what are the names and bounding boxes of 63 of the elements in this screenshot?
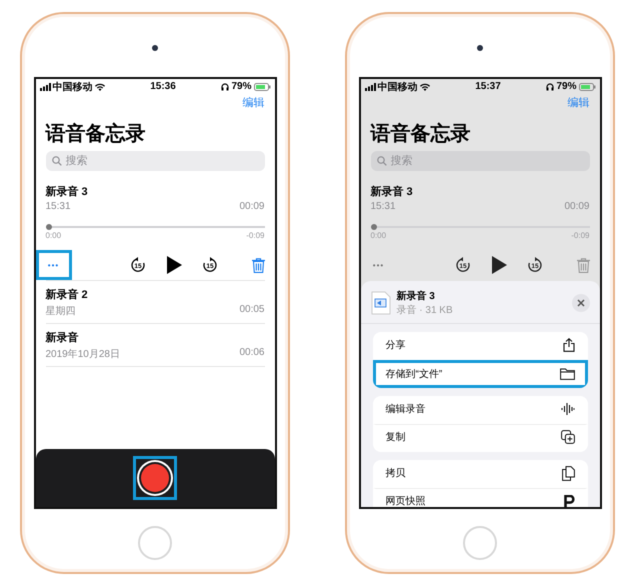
recording-duration: 00:09 xyxy=(239,201,264,212)
waveform-icon xyxy=(560,402,574,416)
action-item[interactable]: 编辑录音 xyxy=(372,396,588,424)
search-field[interactable]: 搜索 xyxy=(370,151,590,171)
page-title: 语音备忘录 xyxy=(46,121,146,147)
progress-thumb[interactable] xyxy=(46,224,52,230)
progress-thumb[interactable] xyxy=(370,224,376,230)
action-item[interactable]: 分享 xyxy=(372,332,588,360)
elapsed-time: 0:00 xyxy=(46,231,62,240)
camera-icon xyxy=(152,45,158,51)
close-icon[interactable] xyxy=(572,294,590,312)
recording-date: 2019年10月28日 xyxy=(46,348,120,361)
action-item[interactable]: 存储到“文件” xyxy=(372,360,588,388)
action-item[interactable]: 网页快照 xyxy=(372,488,588,507)
recording-name[interactable]: 新录音 xyxy=(46,330,264,345)
battery-icon xyxy=(254,82,270,90)
recording-duration: 00:05 xyxy=(239,304,264,317)
recording-date: 星期四 xyxy=(46,304,76,318)
remaining-time: -0:09 xyxy=(571,231,590,240)
record-button[interactable] xyxy=(133,456,177,500)
headphones-icon xyxy=(546,82,554,90)
elapsed-time: 0:00 xyxy=(370,231,386,240)
recording-name: 新录音 3 xyxy=(46,184,89,199)
clock-text: 15:37 xyxy=(475,81,501,92)
camera-icon xyxy=(477,45,483,51)
clock-text: 15:36 xyxy=(150,81,176,92)
action-item[interactable]: 拷贝 xyxy=(372,460,588,488)
signal-icon xyxy=(40,82,50,90)
duplicate-icon xyxy=(560,430,574,444)
search-field[interactable]: 搜索 xyxy=(46,151,264,171)
carrier-text: 中国移动 xyxy=(378,80,418,94)
search-icon xyxy=(376,156,386,166)
wifi-icon xyxy=(94,82,104,90)
battery-text: 79% xyxy=(556,81,576,92)
play-icon[interactable] xyxy=(490,256,506,274)
battery-text: 79% xyxy=(231,81,252,92)
action-item[interactable]: 复制 xyxy=(372,424,588,452)
share-icon xyxy=(562,338,574,352)
recording-name: 新录音 3 xyxy=(370,184,414,199)
more-button[interactable]: ••• xyxy=(36,250,72,280)
recording-duration: 00:06 xyxy=(239,347,264,360)
trash-icon[interactable] xyxy=(576,258,590,272)
carrier-text: 中国移动 xyxy=(52,80,92,94)
recording-time: 15:31 xyxy=(370,201,396,212)
copy-icon xyxy=(562,466,574,480)
headphones-icon xyxy=(221,82,230,90)
signal-icon xyxy=(364,82,376,90)
more-button[interactable]: ••• xyxy=(360,250,396,280)
trash-icon[interactable] xyxy=(252,258,264,272)
recording-duration: 00:09 xyxy=(564,201,590,212)
audio-file-icon xyxy=(370,291,390,315)
battery-icon xyxy=(578,82,596,90)
page-title: 语音备忘录 xyxy=(370,121,472,147)
recording-time: 15:31 xyxy=(46,201,71,212)
edit-link[interactable]: 编辑 xyxy=(242,95,264,110)
search-icon xyxy=(52,156,62,166)
remaining-time: -0:09 xyxy=(246,231,264,240)
file-info: 录音 · 31 KB xyxy=(396,304,454,317)
file-name: 新录音 3 xyxy=(396,289,436,303)
folder-icon xyxy=(560,368,574,380)
wifi-icon xyxy=(420,82,430,90)
recording-name[interactable]: 新录音 2 xyxy=(46,287,264,302)
play-icon[interactable] xyxy=(166,256,182,274)
